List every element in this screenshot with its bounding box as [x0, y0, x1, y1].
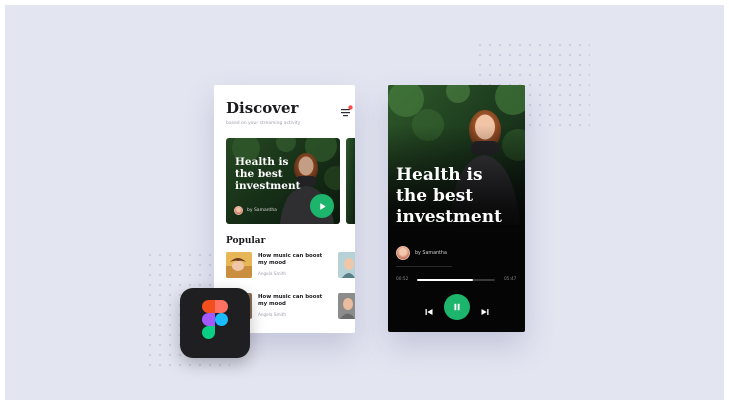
featured-author: by Samantha	[234, 206, 277, 215]
showcase-canvas: Discover based on your streaming activit…	[5, 5, 724, 400]
current-time: 00:52	[396, 277, 409, 282]
featured-card[interactable]: Health is the best investment by Samanth…	[226, 138, 340, 224]
track-thumbnail-peek	[338, 252, 355, 278]
pause-icon	[454, 303, 460, 311]
pause-button[interactable]	[444, 294, 470, 320]
progress-fill	[417, 279, 474, 281]
player-screen: Health is the best investment by Samanth…	[388, 85, 525, 332]
episode-title: Health is the best investment	[396, 165, 502, 227]
skip-next-icon	[481, 309, 489, 315]
filter-icon[interactable]	[340, 102, 353, 117]
author-name: by Samantha	[415, 250, 447, 256]
section-title-popular: Popular	[226, 236, 266, 246]
episode-author: by Samantha	[396, 246, 447, 260]
track-author: Angela Smith	[258, 271, 287, 276]
total-duration: 05:47	[504, 277, 517, 282]
next-featured-card-peek[interactable]	[346, 138, 355, 224]
avatar	[396, 246, 410, 260]
track-thumbnail-peek	[338, 293, 355, 319]
track-author: Angela Smith	[258, 312, 287, 317]
popular-list-item[interactable]: How music can boost my mood Angela Smith	[226, 252, 355, 278]
progress-slider[interactable]	[417, 279, 495, 281]
avatar	[234, 206, 243, 215]
page-subtitle: based on your streaming activity	[226, 121, 301, 126]
next-button[interactable]	[480, 302, 490, 315]
playback-controls	[388, 294, 525, 320]
play-button[interactable]	[310, 194, 334, 218]
track-title: How music can boost my mood	[258, 294, 323, 307]
featured-title: Health is the best investment	[235, 156, 301, 192]
previous-button[interactable]	[424, 302, 434, 315]
figma-logo-icon	[202, 300, 228, 339]
play-icon	[319, 202, 326, 210]
track-thumbnail	[226, 252, 252, 278]
figma-logo-badge	[180, 288, 250, 358]
track-title: How music can boost my mood	[258, 253, 323, 266]
divider	[396, 266, 452, 267]
author-name: by Samantha	[247, 208, 277, 213]
skip-previous-icon	[425, 309, 433, 315]
page-title: Discover	[226, 99, 299, 117]
